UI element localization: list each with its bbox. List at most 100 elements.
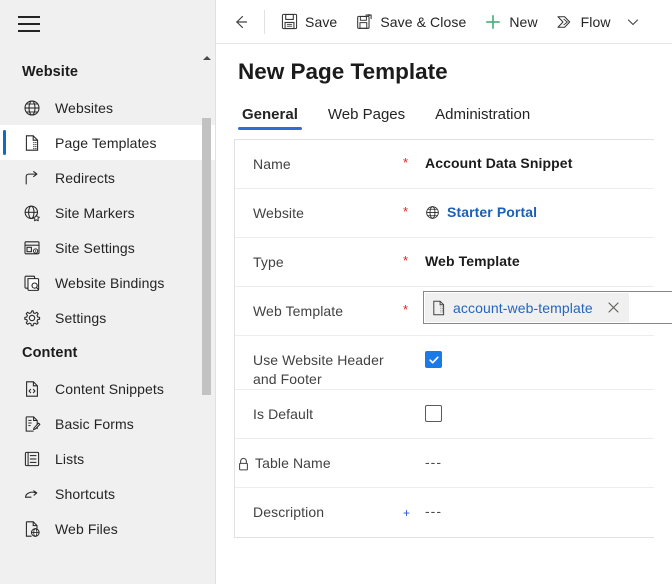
required-field-marker: * [403, 189, 425, 221]
field-label-text: Description [253, 503, 324, 522]
command-bar: Save Save & Close [216, 0, 672, 44]
save-button[interactable]: Save [271, 6, 346, 38]
lookup-link-website[interactable]: Starter Portal [425, 202, 537, 222]
command-bar-divider [264, 10, 265, 34]
shortcut-icon [22, 484, 42, 504]
sidebar-item-label: Websites [55, 100, 113, 116]
field-label-text: Name [253, 155, 291, 174]
sidebar-item-label: Shortcuts [55, 486, 115, 502]
web-file-icon [22, 519, 42, 539]
flow-button[interactable]: Flow [547, 6, 620, 38]
field-row-web-template: Web Template * account-web-template [235, 287, 654, 336]
checkbox-is-default[interactable] [425, 405, 442, 422]
field-value-name[interactable]: Account Data Snippet [425, 140, 654, 173]
back-arrow-icon[interactable] [222, 6, 258, 38]
tab-administration[interactable]: Administration [431, 106, 534, 130]
field-row-website: Website *Starter Portal [235, 189, 654, 238]
nav-group-title-content: Content [0, 335, 215, 371]
sidebar-item-label: Website Bindings [55, 275, 165, 291]
required-field-marker [403, 336, 425, 349]
sidebar-header [0, 0, 215, 48]
field-row-use-website-header-and-footer: Use Website Header and Footer [235, 336, 654, 390]
save-and-close-button[interactable]: Save & Close [346, 6, 475, 38]
field-value-website: Starter Portal [425, 189, 654, 225]
close-icon[interactable] [603, 297, 625, 319]
field-label-text: Table Name [255, 454, 331, 473]
scroll-up-arrow-icon[interactable] [201, 52, 212, 64]
sidebar-item-web-files[interactable]: Web Files [0, 511, 215, 546]
flow-button-label: Flow [581, 14, 611, 30]
field-value-table-name[interactable]: --- [425, 439, 654, 472]
save-and-close-icon [355, 13, 373, 31]
sidebar-item-page-templates[interactable]: Page Templates [0, 125, 215, 160]
code-snippet-icon [22, 379, 42, 399]
lock-icon [237, 457, 250, 471]
sidebar-item-label: Web Files [55, 521, 118, 537]
main-content: Save Save & Close [216, 0, 672, 584]
tab-web-pages[interactable]: Web Pages [324, 106, 409, 130]
sidebar-item-label: Settings [55, 310, 106, 326]
sidebar-item-label: Site Markers [55, 205, 135, 221]
scrollbar-thumb[interactable] [202, 118, 211, 395]
field-row-type: Type*Web Template [235, 238, 654, 287]
page-template-icon [22, 133, 42, 153]
new-button[interactable]: New [475, 6, 546, 38]
sidebar: Website Websites Page Templates Redirects Si… [0, 0, 216, 584]
sidebar-item-basic-forms[interactable]: Basic Forms [0, 406, 215, 441]
globe-star-icon [22, 203, 42, 223]
lookup-input-web-template[interactable]: account-web-template [423, 291, 672, 324]
required-field-marker [403, 439, 425, 452]
field-label-text: Is Default [253, 405, 313, 424]
field-value-type[interactable]: Web Template [425, 238, 654, 271]
hamburger-icon[interactable] [18, 16, 40, 32]
sidebar-item-content-snippets[interactable]: Content Snippets [0, 371, 215, 406]
plus-icon [484, 13, 502, 31]
lookup-chip-text: account-web-template [453, 300, 593, 316]
required-field-marker [403, 390, 425, 403]
sidebar-item-website-bindings[interactable]: Website Bindings [0, 265, 215, 300]
document-icon [432, 300, 446, 316]
lookup-chip[interactable]: account-web-template [425, 293, 629, 322]
website-bindings-icon [22, 273, 42, 293]
sidebar-item-site-settings[interactable]: Site Settings [0, 230, 215, 265]
sidebar-item-label: Site Settings [55, 240, 135, 256]
globe-icon [425, 205, 440, 220]
field-row-table-name: Table Name --- [235, 439, 654, 488]
nav-group-title-website: Website [0, 54, 215, 90]
field-row-name: Name *Account Data Snippet [235, 140, 654, 189]
sidebar-item-label: Redirects [55, 170, 115, 186]
portal-management-app: Website Websites Page Templates Redirects Si… [0, 0, 672, 584]
field-label-use-website-header-and-footer: Use Website Header and Footer [253, 336, 403, 389]
required-field-marker: * [403, 140, 425, 172]
sidebar-item-shortcuts[interactable]: Shortcuts [0, 476, 215, 511]
sidebar-item-label: Lists [55, 451, 84, 467]
site-settings-icon [22, 238, 42, 258]
chevron-down-icon[interactable] [620, 6, 646, 38]
general-form-card: Name*Account Data SnippetWebsite*Starter… [234, 139, 654, 538]
sidebar-item-lists[interactable]: Lists [0, 441, 215, 476]
sidebar-item-websites[interactable]: Websites [0, 90, 215, 125]
new-button-label: New [509, 14, 537, 30]
tab-general[interactable]: General [238, 106, 302, 130]
field-label-text: Type [253, 253, 284, 272]
sidebar-scrollbar[interactable] [201, 48, 212, 582]
checkbox-use-website-header-and-footer[interactable] [425, 351, 442, 368]
field-value-description[interactable]: --- [425, 488, 654, 521]
form-edit-icon [22, 414, 42, 434]
sidebar-item-site-markers[interactable]: Site Markers [0, 195, 215, 230]
field-label-text: Website [253, 204, 304, 223]
field-label-text: Web Template [253, 302, 343, 321]
field-label-table-name: Table Name [253, 439, 403, 473]
field-label-type: Type [253, 238, 403, 272]
sidebar-nav: Website Websites Page Templates Redirects Si… [0, 48, 215, 584]
sidebar-item-redirects[interactable]: Redirects [0, 160, 215, 195]
field-label-text: Use Website Header and Footer [253, 351, 403, 389]
sidebar-item-settings[interactable]: Settings [0, 300, 215, 335]
recommended-field-marker: + [403, 488, 425, 523]
tab-list: General Web Pages Administration [238, 98, 672, 130]
page-title: New Page Template [238, 58, 672, 86]
field-value-is-default [425, 390, 654, 427]
required-field-marker: * [403, 287, 425, 319]
globe-icon [22, 98, 42, 118]
page-header: New Page Template General Web Pages Admini… [216, 44, 672, 130]
